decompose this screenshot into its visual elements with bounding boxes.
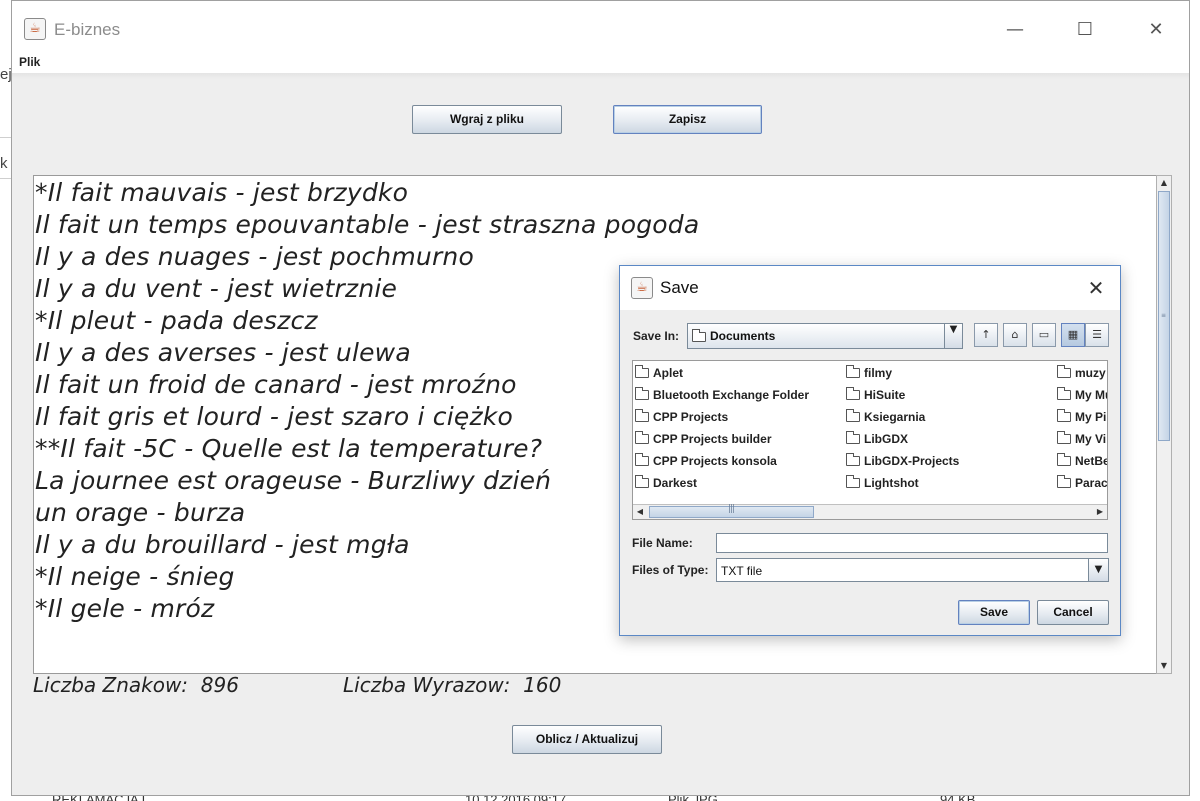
dialog-title: Save [660,278,699,297]
text-line: Il fait gris et lourd - jest szaro i cię… [35,402,513,431]
folder-icon [846,365,860,378]
char-count-caption: Liczba Znakow: [33,673,189,697]
word-count-value: 160 [523,673,562,697]
title-bar[interactable]: ☕ E-biznes — ☐ ✕ [12,1,1189,57]
dialog-close-button[interactable]: ✕ [1082,274,1110,302]
chevron-down-icon[interactable]: ▼ [1088,559,1108,581]
folder-icon [1057,409,1071,422]
load-from-file-button[interactable]: Wgraj z pliku [412,105,562,134]
up-folder-icon[interactable]: ↑ [974,323,998,347]
word-count-label: Liczba Wyrazow: 160 [343,673,561,697]
folder-icon [692,329,706,342]
folder-icon [635,387,649,400]
text-line: Il y a des averses - jest ulewa [35,338,411,367]
scroll-down-arrow-icon[interactable]: ▼ [1157,659,1171,673]
text-line: *Il gele - mróz [35,594,215,623]
folder-icon [1057,387,1071,400]
folder-icon [635,453,649,466]
file-list-horizontal-scrollbar[interactable]: ◀ ||| ▶ [633,504,1107,519]
text-line: Il y a du vent - jest wietrznie [35,274,398,303]
file-name-label: File Name: [632,536,693,550]
save-in-select[interactable]: Documents ▼ [687,323,963,349]
char-count-value: 896 [200,673,239,697]
save-button[interactable]: Zapisz [613,105,762,134]
file-type-label: Files of Type: [632,563,709,577]
menu-plik[interactable]: Plik [19,55,40,69]
save-dialog: ☕ Save ✕ Save In: Documents ▼ ↑ ⌂ ▭ ▦ ☰ … [619,265,1121,636]
folder-icon [846,409,860,422]
window-title: E-biznes [54,20,121,39]
compute-update-button[interactable]: Oblicz / Aktualizuj [512,725,662,754]
folder-icon [635,365,649,378]
text-line: *Il fait mauvais - jest brzydko [35,178,409,207]
text-line: un orage - burza [35,498,246,527]
chevron-down-icon[interactable]: ▼ [944,324,962,348]
scroll-thumb[interactable]: ≡ [1158,191,1170,441]
file-type-select[interactable]: TXT file ▼ [716,558,1109,582]
folder-icon [1057,475,1071,488]
folder-icon [846,453,860,466]
save-in-value: Documents [710,329,776,343]
text-line: La journee est orageuse - Burzliwy dzień [35,466,552,495]
dialog-save-button[interactable]: Save [958,600,1030,625]
save-in-label: Save In: [633,329,680,343]
details-view-icon[interactable]: ☰ [1085,323,1109,347]
close-button[interactable]: ✕ [1133,13,1179,47]
background-text: k [0,155,8,172]
scroll-left-arrow-icon[interactable]: ◀ [633,505,647,519]
file-list[interactable]: Aplet Bluetooth Exchange Folder CPP Proj… [632,360,1108,520]
scroll-thumb[interactable]: ||| [649,504,814,518]
text-line: Il fait un temps epouvantable - jest str… [35,210,700,239]
java-cup-icon: ☕ [24,18,46,40]
text-line: Il y a des nuages - jest pochmurno [35,242,474,271]
char-count-label: Liczba Znakow: 896 [33,673,239,697]
file-type-value: TXT file [721,564,763,578]
menu-bar: Plik [12,55,1189,74]
home-icon[interactable]: ⌂ [1003,323,1027,347]
folder-icon [635,475,649,488]
folder-icon [846,387,860,400]
text-line: *Il neige - śnieg [35,562,235,591]
dialog-title-bar[interactable]: ☕ Save ✕ [620,266,1120,310]
scroll-right-arrow-icon[interactable]: ▶ [1093,505,1107,519]
folder-icon [1057,453,1071,466]
editor-vertical-scrollbar[interactable]: ▲ ≡ ▼ [1156,175,1172,674]
new-folder-icon[interactable]: ▭ [1032,323,1056,347]
text-line: Il y a du brouillard - jest mgła [35,530,410,559]
word-count-caption: Liczba Wyrazow: [343,673,511,697]
background-text: ej [0,66,12,83]
menu-shadow [12,73,1189,79]
text-line: **Il fait -5C - Quelle est la temperatur… [35,434,543,463]
dialog-cancel-button[interactable]: Cancel [1037,600,1109,625]
folder-icon [846,431,860,444]
java-cup-icon: ☕ [631,277,653,299]
folder-icon [846,475,860,488]
text-line: Il fait un froid de canard - jest mroźno [35,370,517,399]
folder-icon [635,431,649,444]
scroll-up-arrow-icon[interactable]: ▲ [1157,176,1171,190]
file-name-input[interactable] [716,533,1108,553]
folder-icon [635,409,649,422]
maximize-button[interactable]: ☐ [1062,13,1108,47]
list-view-icon[interactable]: ▦ [1061,323,1085,347]
folder-icon [1057,365,1071,378]
folder-icon [1057,431,1071,444]
text-line: *Il pleut - pada deszcz [35,306,318,335]
minimize-button[interactable]: — [992,13,1038,47]
